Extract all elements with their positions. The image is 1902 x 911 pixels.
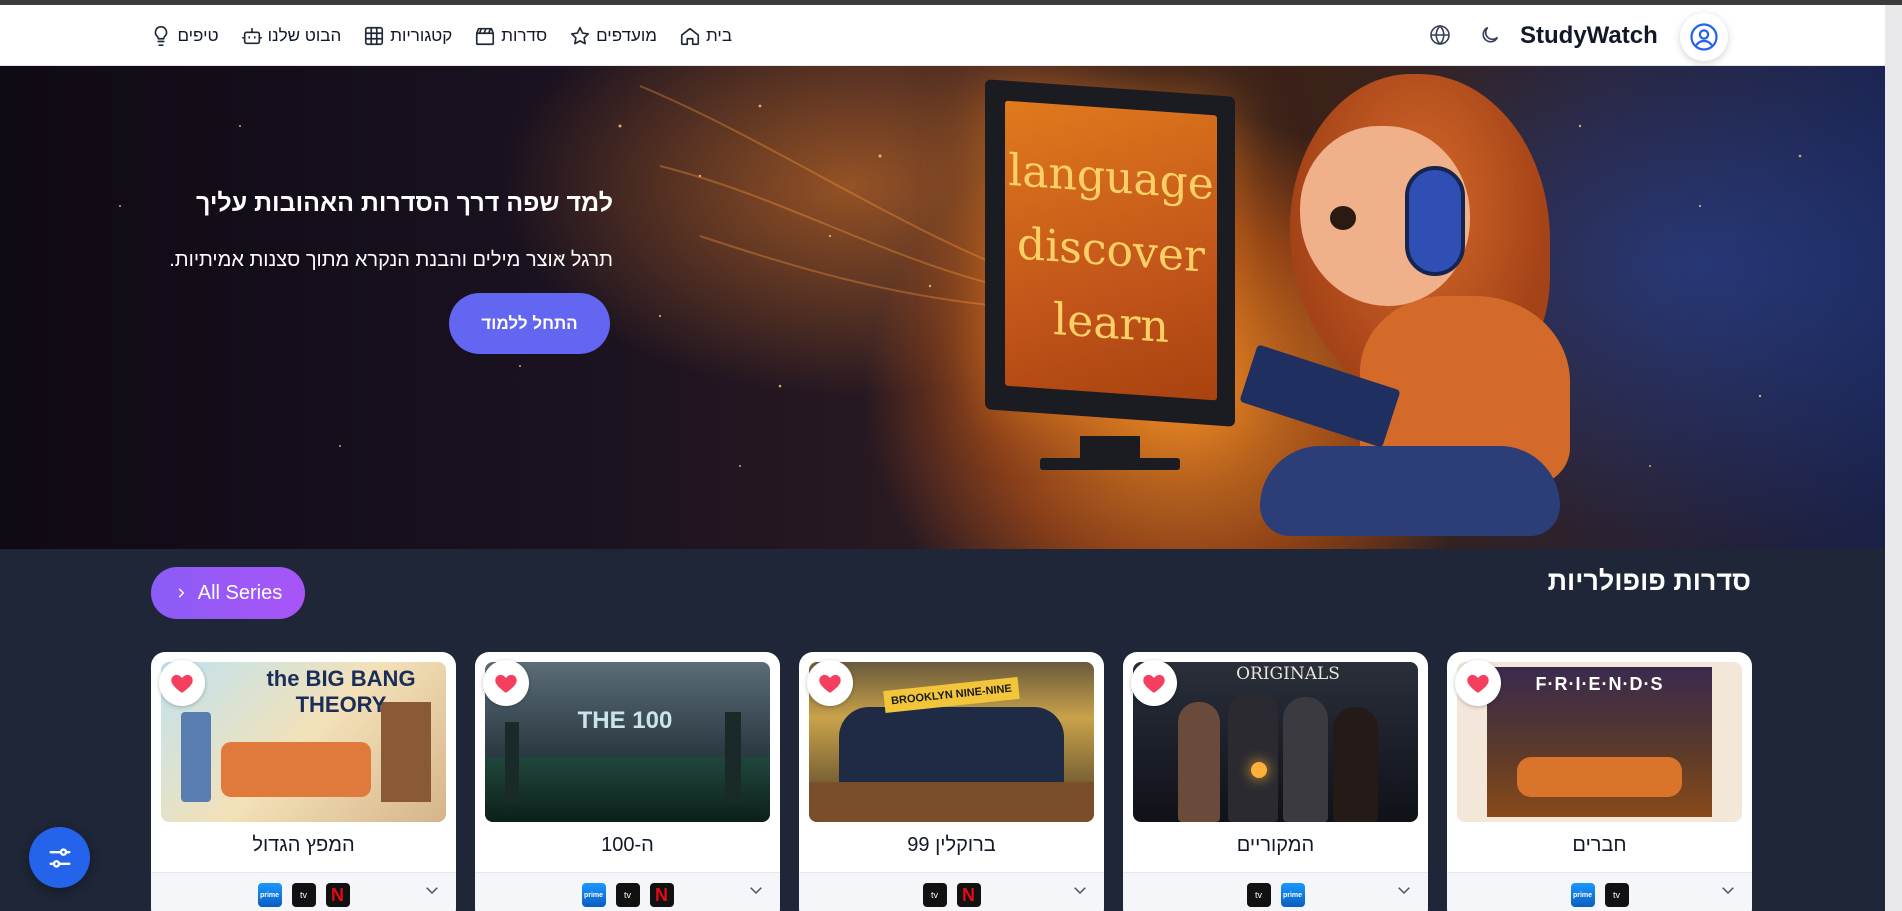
- favorite-button[interactable]: [807, 660, 853, 706]
- apple-tv-icon: tv: [1604, 883, 1629, 907]
- favorite-button[interactable]: [483, 660, 529, 706]
- prime-video-icon: prime: [257, 883, 282, 907]
- girl-eye: [1330, 206, 1356, 230]
- sliders-icon: [49, 847, 71, 868]
- card-footer: tv prime: [1123, 872, 1428, 911]
- heart-icon: [1143, 674, 1165, 693]
- screen-word: language: [1008, 144, 1214, 211]
- nav-item-series[interactable]: סדרות: [474, 25, 547, 47]
- series-card[interactable]: F·R·I·E·N·D·S חברים prime tv: [1447, 652, 1752, 911]
- heart-icon: [1467, 674, 1489, 693]
- scrollbar[interactable]: [1885, 5, 1902, 911]
- series-title: חברים: [1572, 834, 1627, 856]
- poster-title: THE 100: [577, 707, 673, 734]
- favorite-button[interactable]: [1131, 660, 1177, 706]
- hero-banner: language discover learn למד שפה דרך הסדר…: [0, 66, 1885, 549]
- grid-icon: [365, 26, 384, 45]
- chevron-right-icon: [178, 588, 185, 598]
- hero-subtitle: תרגל אוצר מילים והבנת הנקרא מתוך סצנות א…: [169, 249, 613, 271]
- poster-title: ORIGINALS: [1236, 664, 1340, 684]
- netflix-icon: N: [325, 883, 350, 907]
- nav-links: בית מועדפים סדרות קטגוריות הבוט שלנו טיפ…: [150, 5, 732, 66]
- card-footer: prime tv: [1447, 872, 1752, 911]
- chevron-down-icon[interactable]: [423, 881, 441, 899]
- prime-video-icon: prime: [1570, 883, 1595, 907]
- top-navbar: בית מועדפים סדרות קטגוריות הבוט שלנו טיפ…: [0, 5, 1885, 66]
- favorite-button[interactable]: [159, 660, 205, 706]
- moon-icon[interactable]: [1479, 24, 1501, 46]
- series-title: ברוקלין 99: [907, 834, 996, 856]
- all-series-label: All Series: [197, 581, 283, 604]
- all-series-button[interactable]: All Series: [151, 567, 305, 619]
- nav-item-bot[interactable]: הבוט שלנו: [241, 25, 342, 47]
- series-title: ה-100: [601, 834, 654, 856]
- heart-icon: [495, 674, 517, 693]
- poster-title: the BIG BANG THEORY: [266, 666, 416, 717]
- series-title: המקוריים: [1236, 834, 1315, 856]
- screen-word: discover: [1017, 218, 1205, 283]
- apple-tv-icon: tv: [922, 883, 947, 907]
- lightbulb-icon: [155, 25, 168, 46]
- platform-list: tv N: [799, 883, 1104, 907]
- nav-item-categories[interactable]: קטגוריות: [363, 25, 452, 47]
- card-footer: tv N: [799, 872, 1104, 911]
- apple-tv-icon: tv: [615, 883, 640, 907]
- screen-word: learn: [1053, 294, 1169, 354]
- series-card[interactable]: THE 100 ה-100 prime tv N: [475, 652, 780, 911]
- platform-list: prime tv N: [151, 883, 456, 907]
- favorite-button[interactable]: [1455, 660, 1501, 706]
- platform-list: prime tv N: [475, 883, 780, 907]
- nav-item-home[interactable]: בית: [679, 25, 732, 47]
- card-footer: prime tv N: [151, 872, 456, 911]
- nav-item-tips[interactable]: טיפים: [150, 25, 219, 47]
- star-icon: [571, 26, 590, 44]
- nav-item-label: בית: [706, 25, 732, 45]
- netflix-icon: N: [956, 883, 981, 907]
- netflix-icon: N: [649, 883, 674, 907]
- profile-button[interactable]: [1680, 13, 1728, 61]
- filter-settings-button[interactable]: [29, 827, 90, 888]
- popular-series-title: סדרות פופולריות: [1547, 566, 1751, 596]
- chevron-down-icon[interactable]: [747, 881, 765, 899]
- brand-name[interactable]: StudyWatch: [1520, 22, 1658, 50]
- platform-list: prime tv: [1447, 883, 1752, 907]
- clapperboard-icon: [476, 27, 495, 45]
- chevron-down-icon[interactable]: [1719, 881, 1737, 899]
- girl-legs: [1260, 446, 1560, 536]
- nav-item-label: סדרות: [501, 25, 548, 45]
- start-learning-button[interactable]: התחל ללמוד: [449, 293, 610, 354]
- nav-item-label: הבוט שלנו: [267, 25, 342, 45]
- heart-icon: [171, 674, 193, 693]
- bot-icon: [241, 27, 262, 44]
- series-title: המפץ הגדול: [252, 834, 355, 856]
- series-card[interactable]: BROOKLYN NINE-NINE ברוקלין 99 tv N: [799, 652, 1104, 911]
- nav-item-label: טיפים: [177, 25, 219, 45]
- hero-title: למד שפה דרך הסדרות האהובות עליך: [195, 189, 613, 217]
- prime-video-icon: prime: [1280, 883, 1305, 907]
- prime-video-icon: prime: [581, 883, 606, 907]
- card-footer: prime tv N: [475, 872, 780, 911]
- monitor-base: [1040, 458, 1180, 470]
- user-circle-icon: [1690, 23, 1718, 51]
- series-card[interactable]: ORIGINALS המקוריים tv prime: [1123, 652, 1428, 911]
- series-card[interactable]: the BIG BANG THEORY המפץ הגדול prime tv …: [151, 652, 456, 911]
- hero-background-art: [119, 85, 1802, 467]
- globe-icon[interactable]: [1428, 23, 1452, 47]
- poster-title: F·R·I·E·N·D·S: [1535, 674, 1664, 694]
- monitor-screen: language discover learn: [1005, 100, 1217, 401]
- apple-tv-icon: tv: [291, 883, 316, 907]
- nav-item-favorites[interactable]: מועדפים: [569, 25, 657, 47]
- nav-item-label: מועדפים: [596, 25, 657, 45]
- headphones-illustration: [1405, 166, 1465, 276]
- chevron-down-icon[interactable]: [1395, 881, 1413, 899]
- hero-monitor-illustration: language discover learn: [985, 79, 1235, 427]
- platform-list: tv prime: [1123, 883, 1428, 907]
- nav-item-label: קטגוריות: [390, 25, 453, 45]
- chevron-down-icon[interactable]: [1071, 881, 1089, 899]
- apple-tv-icon: tv: [1246, 883, 1271, 907]
- home-icon: [680, 27, 700, 45]
- heart-icon: [819, 674, 841, 693]
